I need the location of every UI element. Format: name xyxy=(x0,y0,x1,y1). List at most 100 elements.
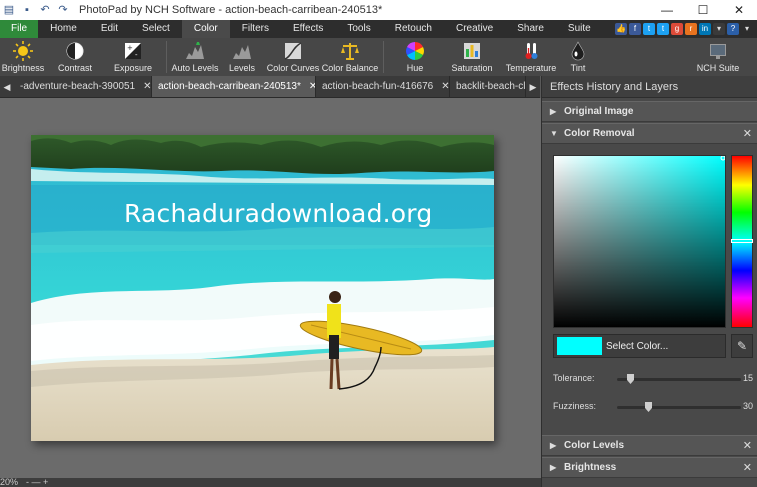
doc-tab-label: backlit-beach-cl xyxy=(456,81,526,92)
doc-tab[interactable]: -adventure-beach-390051 ✕ xyxy=(14,76,152,97)
curves-icon xyxy=(284,42,302,60)
twitter-icon[interactable]: t xyxy=(643,23,655,35)
section-original-image[interactable]: ▶ Original Image xyxy=(542,101,757,122)
linkedin-icon[interactable]: in xyxy=(699,23,711,35)
tab-select[interactable]: Select xyxy=(130,20,182,38)
fuzziness-handle[interactable] xyxy=(645,402,652,412)
contrast-label: Contrast xyxy=(57,63,92,73)
doc-tab-active[interactable]: action-beach-carribean-240513* ✕ xyxy=(152,76,316,97)
title-bar: ▤ ▪ ↶ ↷ PhotoPad by NCH Software - actio… xyxy=(0,0,757,20)
ribbon-toolbar: Brightness Contrast + - Exposure Auto Lev… xyxy=(0,38,757,76)
ribbon-separator xyxy=(166,41,167,73)
tolerance-track[interactable] xyxy=(617,378,741,381)
doc-tab[interactable]: backlit-beach-cl xyxy=(450,76,526,97)
tab-home[interactable]: Home xyxy=(38,20,89,38)
tab-file[interactable]: File xyxy=(0,20,39,38)
tab-effects[interactable]: Effects xyxy=(281,20,335,38)
rss-icon[interactable]: r xyxy=(685,23,697,35)
minimize-button[interactable]: — xyxy=(649,0,685,20)
remove-effect-icon[interactable]: ✕ xyxy=(743,124,752,144)
close-tab-icon[interactable]: ✕ xyxy=(441,81,449,92)
facebook-icon[interactable]: f xyxy=(629,23,641,35)
color-curves-button[interactable]: Color Curves xyxy=(265,38,321,76)
exposure-button[interactable]: + - Exposure xyxy=(104,38,162,76)
redo-icon[interactable]: ↷ xyxy=(57,4,69,16)
undo-icon[interactable]: ↶ xyxy=(39,4,51,16)
help-icon[interactable]: ? xyxy=(727,23,739,35)
zoom-level: 20% xyxy=(0,477,19,487)
auto-levels-button[interactable]: Auto Levels xyxy=(171,38,219,76)
tab-filters[interactable]: Filters xyxy=(230,20,281,38)
doc-tab[interactable]: action-beach-fun-416676 ✕ xyxy=(316,76,450,97)
tabs-scroll-left-icon[interactable]: ◀ xyxy=(0,76,14,97)
tint-button[interactable]: Tint xyxy=(560,38,596,76)
tolerance-handle[interactable] xyxy=(627,374,634,384)
levels-button[interactable]: Levels xyxy=(219,38,265,76)
fuzziness-track[interactable] xyxy=(617,406,741,409)
tolerance-value: 15 xyxy=(742,373,753,383)
color-balance-button[interactable]: Color Balance xyxy=(321,38,379,76)
social-links: 👍 f t t g r in ▾ ? ▾ xyxy=(615,23,753,35)
color-picker-field[interactable] xyxy=(553,155,726,328)
brightness-button[interactable]: Brightness xyxy=(0,38,46,76)
tolerance-slider[interactable]: Tolerance: 15 xyxy=(553,373,753,387)
hue-button[interactable]: Hue xyxy=(388,38,442,76)
tab-creative[interactable]: Creative xyxy=(444,20,505,38)
hue-slider-handle[interactable] xyxy=(731,239,753,243)
fuzziness-slider[interactable]: Fuzziness: 30 xyxy=(553,401,753,415)
close-tab-icon[interactable]: ✕ xyxy=(309,81,315,92)
close-window-button[interactable]: ✕ xyxy=(721,0,757,20)
tab-tools[interactable]: Tools xyxy=(335,20,382,38)
tab-suite[interactable]: Suite xyxy=(556,20,603,38)
color-curves-label: Color Curves xyxy=(266,63,320,73)
hue-slider[interactable] xyxy=(731,155,753,328)
fuzziness-label: Fuzziness: xyxy=(553,401,597,411)
section-color-levels[interactable]: ▶ Color Levels ✕ xyxy=(542,435,757,456)
levels-label: Levels xyxy=(228,63,255,73)
remove-effect-icon[interactable]: ✕ xyxy=(743,458,752,478)
contrast-icon xyxy=(66,42,84,60)
doc-tab-label: action-beach-fun-416676 xyxy=(322,81,434,92)
like-icon[interactable]: 👍 xyxy=(615,23,627,35)
tab-color[interactable]: Color xyxy=(181,20,230,38)
tab-edit[interactable]: Edit xyxy=(89,20,130,38)
sun-icon xyxy=(13,41,33,61)
google-plus-icon[interactable]: g xyxy=(671,23,683,35)
twitter-bird-icon[interactable]: t xyxy=(657,23,669,35)
temperature-button[interactable]: Temperature xyxy=(502,38,560,76)
quick-access-toolbar: ▤ ▪ ↶ ↷ xyxy=(0,4,69,16)
eyedropper-icon[interactable]: ✎ xyxy=(731,334,753,358)
beach-photo[interactable] xyxy=(31,135,494,441)
tabs-scroll-right-icon[interactable]: ▶ xyxy=(526,76,540,97)
tab-share[interactable]: Share xyxy=(505,20,556,38)
brightness-label: Brightness xyxy=(1,63,45,73)
selected-color-swatch xyxy=(557,337,602,355)
suite-icon xyxy=(710,44,726,59)
image-canvas-area[interactable]: Rachaduradownload.org xyxy=(0,98,541,478)
temperature-label: Temperature xyxy=(505,63,557,73)
saturation-label: Saturation xyxy=(451,63,493,73)
doc-tab-label: -adventure-beach-390051 xyxy=(20,81,136,92)
save-icon[interactable]: ▪ xyxy=(21,4,33,16)
doc-tab-label: action-beach-carribean-240513* xyxy=(158,81,301,92)
contrast-button[interactable]: Contrast xyxy=(46,38,104,76)
dropdown-chevron-icon[interactable]: ▾ xyxy=(713,23,725,35)
tab-retouch[interactable]: Retouch xyxy=(383,20,444,38)
section-color-removal[interactable]: ▼ Color Removal ✕ xyxy=(542,123,757,144)
effects-history-panel: Effects History and Layers ▶ Original Im… xyxy=(541,76,757,487)
maximize-button[interactable]: ☐ xyxy=(685,0,721,20)
menu-tabs: File Home Edit Select Color Filters Effe… xyxy=(0,20,757,38)
balance-icon xyxy=(341,43,359,60)
zoom-controls[interactable]: - — + xyxy=(26,478,48,487)
section-label: Original Image xyxy=(564,106,634,117)
help-dropdown-icon[interactable]: ▾ xyxy=(741,23,753,35)
expand-arrow-icon: ▶ xyxy=(550,463,557,472)
collapse-arrow-icon: ▼ xyxy=(550,129,558,138)
nch-suite-button[interactable]: NCH Suite xyxy=(689,38,747,76)
select-color-button[interactable]: Select Color... xyxy=(553,334,726,358)
remove-effect-icon[interactable]: ✕ xyxy=(743,436,752,456)
tolerance-label: Tolerance: xyxy=(553,373,595,383)
close-tab-icon[interactable]: ✕ xyxy=(143,81,151,92)
section-brightness[interactable]: ▶ Brightness ✕ xyxy=(542,457,757,478)
saturation-button[interactable]: Saturation xyxy=(442,38,502,76)
